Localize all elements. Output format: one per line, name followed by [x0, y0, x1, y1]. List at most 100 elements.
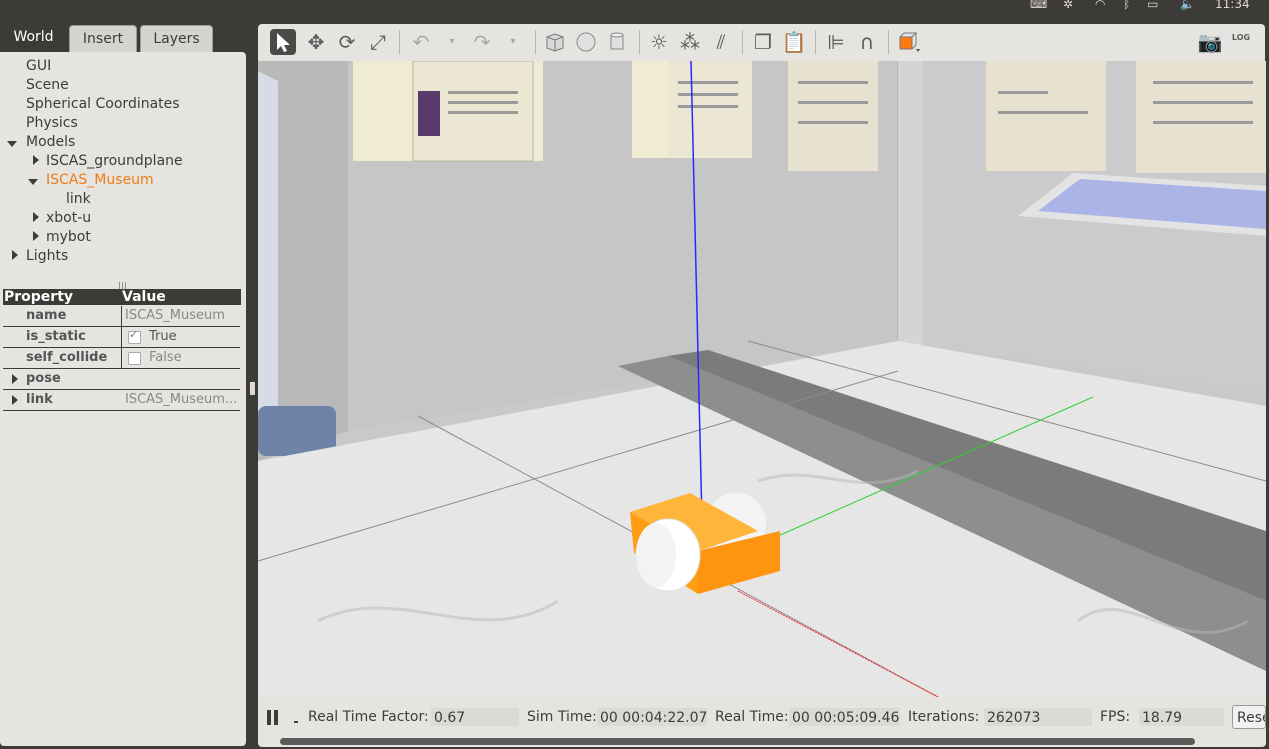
- rotate-mode-icon[interactable]: ⟳: [334, 29, 360, 55]
- bluetooth-icon[interactable]: ᛒ: [1123, 0, 1130, 11]
- property-key: link: [26, 392, 53, 407]
- box-shape-icon[interactable]: [542, 29, 568, 55]
- world-panel: GUI Scene Spherical Coordinates Physics …: [0, 52, 246, 746]
- settings-icon[interactable]: ✲: [1063, 0, 1073, 11]
- is-static-checkbox[interactable]: [128, 328, 141, 344]
- cylinder-shape-icon[interactable]: [604, 29, 630, 55]
- toolbar-separator: [888, 30, 889, 54]
- tree-item-spherical-coordinates[interactable]: Spherical Coordinates: [26, 95, 180, 114]
- view-angle-icon[interactable]: [896, 29, 922, 55]
- expand-arrow-icon[interactable]: [12, 374, 18, 384]
- tree-item-xbot-u[interactable]: xbot-u: [46, 209, 91, 228]
- left-panel-tabs: World Insert Layers: [0, 22, 246, 52]
- property-row-pose[interactable]: pose: [3, 369, 240, 390]
- spot-light-icon[interactable]: ⁂: [677, 29, 703, 55]
- horizontal-scrollbar[interactable]: [280, 738, 1195, 745]
- real-time-value: 00 00:05:09.460: [788, 707, 901, 727]
- log-icon[interactable]: LOG: [1228, 29, 1254, 55]
- paste-icon[interactable]: 📋: [781, 29, 807, 55]
- expand-arrow-icon[interactable]: [28, 179, 38, 185]
- expand-arrow-icon[interactable]: [7, 141, 17, 147]
- tree-item-scene[interactable]: Scene: [26, 76, 69, 95]
- tree-item-gui[interactable]: GUI: [26, 57, 51, 76]
- panel-splitter[interactable]: ▪ ▪ ▪: [246, 22, 257, 749]
- collapse-arrow-icon[interactable]: [33, 231, 39, 241]
- tree-item-physics[interactable]: Physics: [26, 114, 78, 133]
- tree-item-iscas-groundplane[interactable]: ISCAS_groundplane: [46, 152, 183, 171]
- toolbar: ✥ ⟳ ⤢ ↶ ▾ ↷ ▾ ☼ ⁂ ⫽ ❐ 📋 ⊫ ∩ 📷 LOG: [258, 24, 1265, 61]
- tree-item-mybot[interactable]: mybot: [46, 228, 91, 247]
- system-top-bar: ⌨ ✲ ◠ ᛒ ▭ 🔈 11:34: [0, 0, 1269, 14]
- property-key: name: [26, 308, 67, 323]
- undo-icon[interactable]: ↶: [408, 29, 434, 55]
- collapse-arrow-icon[interactable]: [33, 155, 39, 165]
- translate-mode-icon[interactable]: ✥: [303, 29, 329, 55]
- property-row[interactable]: name ISCAS_Museum: [3, 306, 240, 327]
- iterations-value: 262073: [983, 707, 1093, 727]
- redo-dropdown-icon[interactable]: ▾: [500, 29, 526, 55]
- reset-button[interactable]: Rese: [1232, 705, 1266, 729]
- log-label: LOG: [1231, 33, 1251, 42]
- step-icon[interactable]: [294, 721, 298, 723]
- wifi-icon[interactable]: ◠: [1095, 0, 1105, 11]
- fps-value: 18.79: [1138, 707, 1225, 727]
- scene-render[interactable]: [258, 61, 1266, 697]
- select-mode-icon[interactable]: [270, 29, 296, 55]
- property-value: ISCAS_Museum: [125, 308, 225, 323]
- copy-icon[interactable]: ❐: [750, 29, 776, 55]
- toolbar-separator: [639, 30, 640, 54]
- property-row-link[interactable]: link ISCAS_Museum...: [3, 390, 240, 411]
- real-time-label: Real Time:: [715, 709, 789, 725]
- property-value: True: [149, 329, 177, 344]
- tree-item-iscas-museum[interactable]: ISCAS_Museum: [46, 171, 154, 190]
- expand-arrow-icon[interactable]: [12, 395, 18, 405]
- property-value: False: [149, 350, 182, 365]
- collapse-arrow-icon[interactable]: [12, 250, 18, 260]
- pause-icon-bar: [274, 710, 278, 725]
- volume-icon[interactable]: 🔈: [1180, 0, 1195, 11]
- property-key: is_static: [26, 329, 86, 344]
- toolbar-separator: [742, 30, 743, 54]
- keyboard-icon[interactable]: ⌨: [1030, 0, 1047, 11]
- redo-icon[interactable]: ↷: [469, 29, 495, 55]
- fps-label: FPS:: [1100, 709, 1131, 725]
- real-time-factor-value: 0.67: [430, 707, 520, 727]
- point-light-icon[interactable]: ☼: [646, 29, 672, 55]
- column-divider: [121, 327, 122, 347]
- iterations-label: Iterations:: [908, 709, 980, 725]
- self-collide-checkbox[interactable]: [128, 352, 141, 365]
- property-value: ISCAS_Museum...: [125, 392, 238, 407]
- undo-dropdown-icon[interactable]: ▾: [439, 29, 465, 55]
- sim-time-label: Sim Time:: [527, 709, 597, 725]
- real-time-factor-label: Real Time Factor:: [308, 709, 429, 725]
- splitter-grip-icon[interactable]: ▪ ▪ ▪: [249, 380, 256, 398]
- property-row[interactable]: self_collide False: [3, 348, 240, 369]
- value-column-header: Value: [121, 289, 241, 305]
- sphere-shape-icon[interactable]: [573, 29, 599, 55]
- 3d-viewport[interactable]: [258, 61, 1266, 697]
- tree-item-models[interactable]: Models: [26, 133, 75, 152]
- toolbar-separator: [399, 30, 400, 54]
- tab-layers[interactable]: Layers: [140, 25, 213, 52]
- screenshot-icon[interactable]: 📷: [1197, 29, 1223, 55]
- toolbar-separator: [535, 30, 536, 54]
- snap-icon[interactable]: ∩: [854, 29, 880, 55]
- align-icon[interactable]: ⊫: [823, 29, 849, 55]
- tab-insert[interactable]: Insert: [69, 25, 137, 52]
- directional-light-icon[interactable]: ⫽: [708, 29, 734, 55]
- property-key: self_collide: [26, 350, 108, 365]
- scale-mode-icon[interactable]: ⤢: [365, 29, 391, 55]
- toolbar-separator: [815, 30, 816, 54]
- battery-icon[interactable]: ▭: [1147, 0, 1158, 11]
- tree-item-link[interactable]: link: [66, 190, 91, 209]
- clock[interactable]: 11:34: [1215, 0, 1250, 11]
- collapse-arrow-icon[interactable]: [33, 212, 39, 222]
- property-row[interactable]: is_static True: [3, 327, 240, 348]
- sim-time-value: 00 00:04:22.073: [596, 707, 708, 727]
- tab-world[interactable]: World: [0, 23, 67, 52]
- pause-icon[interactable]: [267, 710, 271, 725]
- property-column-header: Property: [3, 289, 121, 305]
- tree-item-lights[interactable]: Lights: [26, 247, 68, 266]
- column-divider: [121, 348, 122, 368]
- column-divider: [121, 306, 122, 326]
